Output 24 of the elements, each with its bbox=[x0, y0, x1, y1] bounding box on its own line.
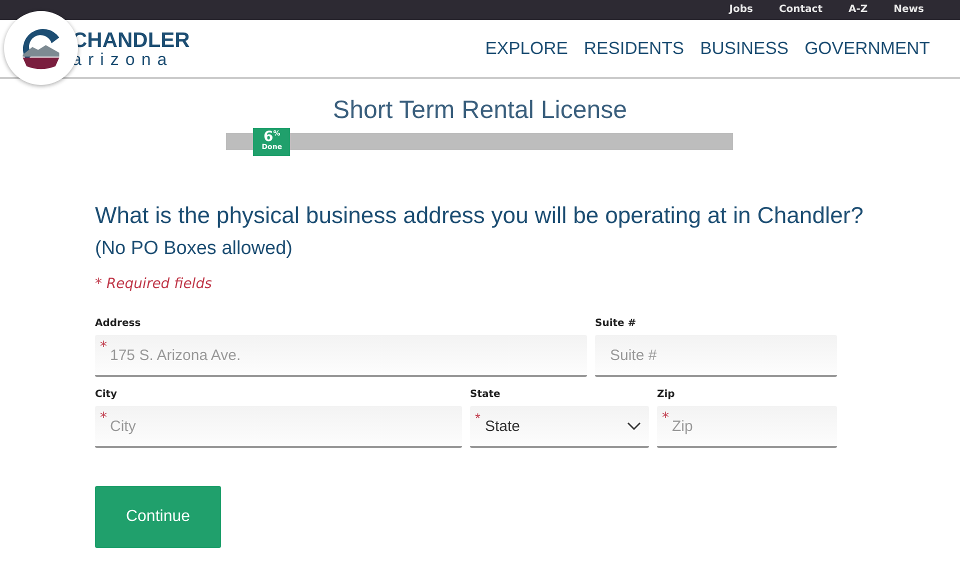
utility-link[interactable]: Contact bbox=[778, 4, 823, 16]
page-title: Short Term Rental License bbox=[332, 96, 628, 125]
field-label: Zip bbox=[657, 389, 676, 400]
state-dropdown[interactable]: State * bbox=[470, 406, 649, 448]
question-heading: What is the physical business address you will be operating at in Chandler? (No PO Boxes allowed) bbox=[95, 201, 864, 261]
utility-link[interactable]: Jobs bbox=[729, 4, 753, 16]
input-field[interactable]: Suite # bbox=[595, 335, 837, 377]
required-note: * Required fields bbox=[95, 276, 213, 292]
required-mark: * bbox=[475, 411, 480, 425]
nav-link[interactable]: RESIDENTS bbox=[584, 38, 684, 59]
nav-link[interactable]: BUSINESS bbox=[700, 38, 789, 59]
required-mark: * bbox=[100, 411, 107, 425]
required-mark: * bbox=[662, 411, 669, 425]
utility-link[interactable]: A-Z bbox=[848, 4, 868, 16]
chevron-down-icon bbox=[627, 422, 641, 430]
field-label: Suite # bbox=[595, 318, 638, 329]
field-label: Address bbox=[95, 318, 142, 329]
nav-link[interactable]: EXPLORE bbox=[485, 38, 568, 59]
logo-wordmark: CHANDLER bbox=[72, 30, 190, 50]
nav-link[interactable]: GOVERNMENT bbox=[804, 38, 930, 59]
required-mark: * bbox=[100, 340, 107, 354]
field-label: City bbox=[95, 389, 118, 400]
utility-link[interactable]: News bbox=[894, 4, 924, 16]
field-label: State bbox=[470, 389, 502, 400]
